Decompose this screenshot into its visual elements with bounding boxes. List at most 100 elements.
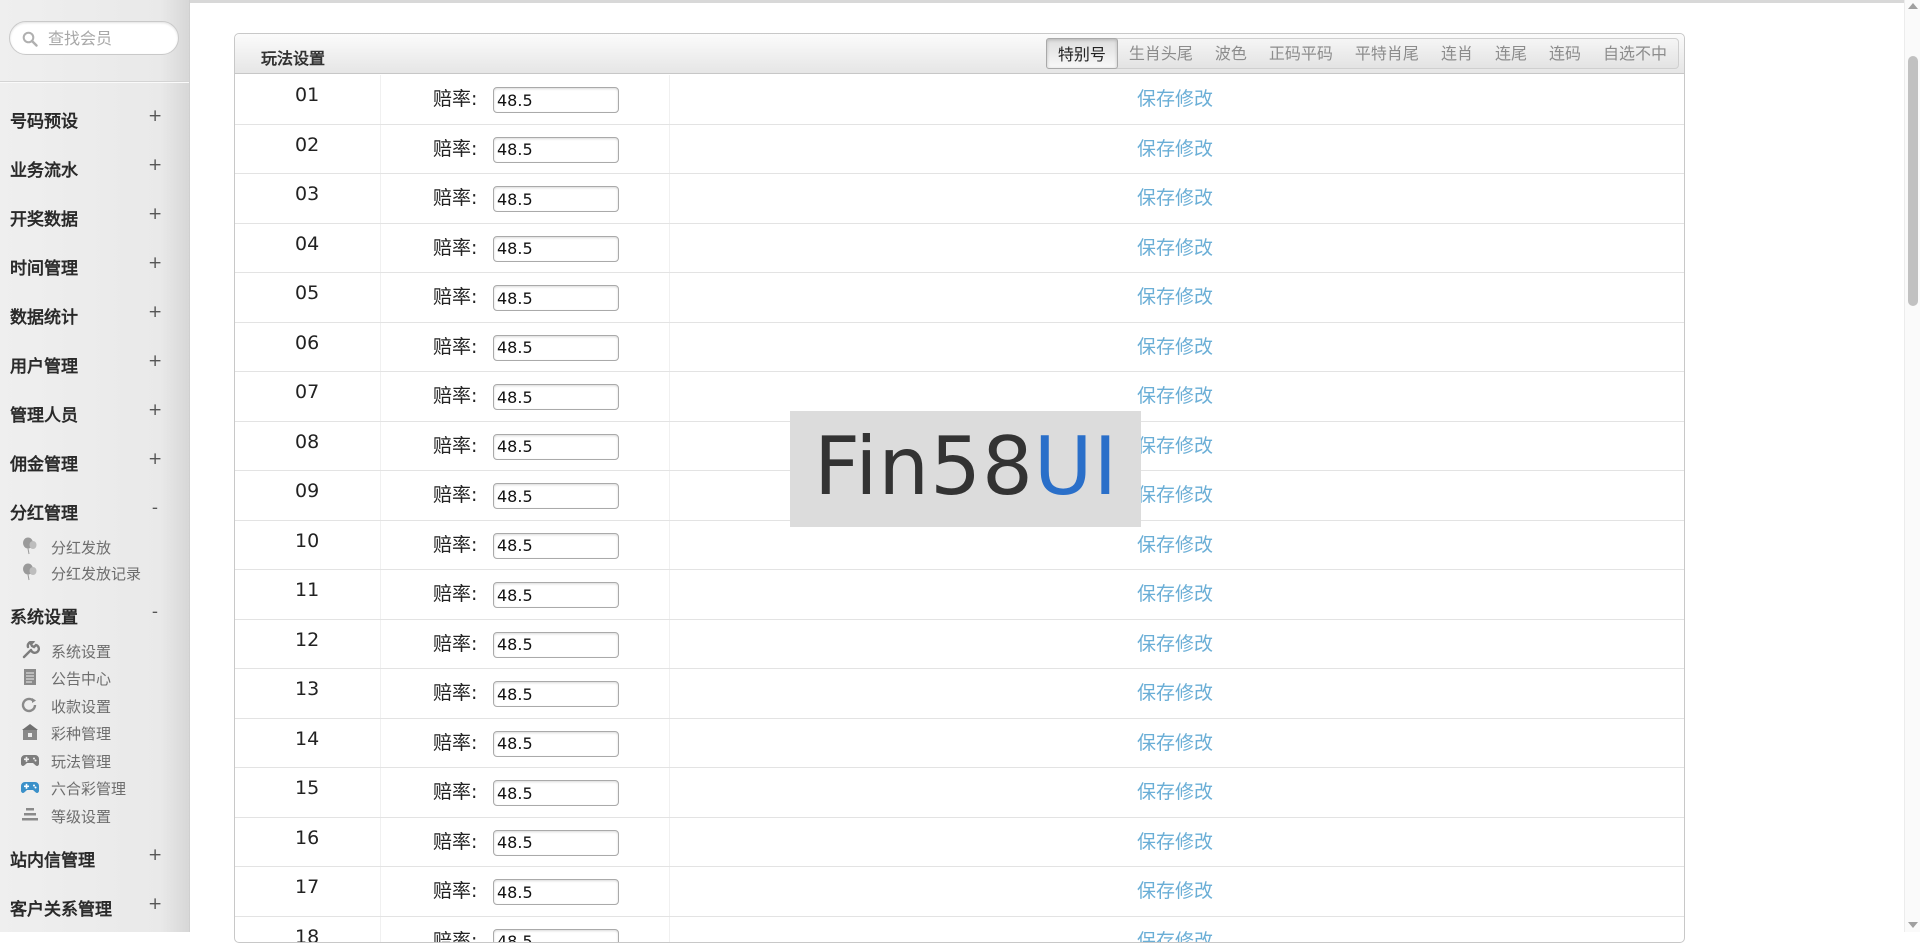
collapse-minus-icon[interactable]: - [148,498,162,518]
sidebar-item-label: 彩种管理 [51,723,111,744]
odds-label: 赔率: [433,134,477,161]
sidebar-group-top-4[interactable]: 数据统计+ [0,294,189,334]
save-changes-link[interactable]: 保存修改 [1137,678,1213,705]
expand-plus-icon[interactable]: + [148,894,162,914]
expand-plus-icon[interactable]: + [148,351,162,371]
table-row: 12赔率:保存修改 [235,620,1684,670]
sidebar-group-top-3[interactable]: 时间管理+ [0,245,189,285]
odds-input[interactable] [493,582,619,608]
sidebar-group-label: 客户关系管理 [10,895,112,920]
save-changes-link[interactable]: 保存修改 [1137,530,1213,557]
sidebar-item-system-6[interactable]: 等级设置 [0,802,189,828]
sidebar-item-system-1[interactable]: 公告中心 [0,664,189,690]
save-changes-link[interactable]: 保存修改 [1137,777,1213,804]
sidebar-item-system-5[interactable]: 六合彩管理 [0,774,189,800]
sidebar-group-bottom-0[interactable]: 站内信管理+ [0,837,189,877]
tab-1[interactable]: 生肖头尾 [1118,39,1204,68]
scroll-thumb[interactable] [1908,56,1918,306]
save-changes-link[interactable]: 保存修改 [1137,332,1213,359]
save-changes-link[interactable]: 保存修改 [1137,282,1213,309]
odds-input[interactable] [493,87,619,113]
tab-5[interactable]: 连肖 [1430,39,1484,68]
collapse-minus-icon[interactable]: - [148,602,162,622]
odds-input[interactable] [493,731,619,757]
sidebar-item-system-4[interactable]: 玩法管理 [0,747,189,773]
save-changes-link[interactable]: 保存修改 [1137,233,1213,260]
odds-input[interactable] [493,434,619,460]
expand-plus-icon[interactable]: + [148,845,162,865]
sidebar-group-system[interactable]: 系统设置- [0,594,189,634]
odds-label: 赔率: [433,728,477,755]
save-changes-link[interactable]: 保存修改 [1137,728,1213,755]
column-divider [669,422,670,471]
sidebar-group-top-0[interactable]: 号码预设+ [0,98,189,138]
sidebar-group-top-1[interactable]: 业务流水+ [0,147,189,187]
odds-input[interactable] [493,830,619,856]
save-changes-link[interactable]: 保存修改 [1137,926,1213,943]
odds-input[interactable] [493,533,619,559]
tab-7[interactable]: 连码 [1538,39,1592,68]
save-changes-link[interactable]: 保存修改 [1137,827,1213,854]
sidebar-item-system-0[interactable]: 系统设置 [0,637,189,663]
table-row: 10赔率:保存修改 [235,521,1684,571]
odds-input[interactable] [493,335,619,361]
save-changes-link[interactable]: 保存修改 [1137,876,1213,903]
member-search-box[interactable] [9,21,179,55]
save-changes-link[interactable]: 保存修改 [1137,183,1213,210]
sidebar-item-dividend-1[interactable]: 分红发放记录 [0,559,189,585]
save-changes-link[interactable]: 保存修改 [1137,579,1213,606]
odds-input[interactable] [493,236,619,262]
odds-input[interactable] [493,929,619,943]
save-changes-link[interactable]: 保存修改 [1137,480,1213,507]
expand-plus-icon[interactable]: + [148,400,162,420]
odds-input[interactable] [493,186,619,212]
odds-label: 赔率: [433,827,477,854]
table-row: 16赔率:保存修改 [235,818,1684,868]
page-scrollbar[interactable] [1904,0,1920,932]
sidebar-group-top-5[interactable]: 用户管理+ [0,343,189,383]
save-changes-link[interactable]: 保存修改 [1137,629,1213,656]
column-divider [380,570,381,619]
scroll-up-arrow-icon[interactable] [1908,3,1918,9]
sidebar-group-top-7[interactable]: 佣金管理+ [0,441,189,481]
column-divider [669,570,670,619]
tab-8[interactable]: 自选不中 [1592,39,1678,68]
sidebar-group-top-8[interactable]: 分红管理- [0,490,189,530]
expand-plus-icon[interactable]: + [148,106,162,126]
tab-0[interactable]: 特别号 [1046,38,1118,69]
sidebar-item-system-2[interactable]: 收款设置 [0,692,189,718]
save-changes-link[interactable]: 保存修改 [1137,381,1213,408]
expand-plus-icon[interactable]: + [148,449,162,469]
expand-plus-icon[interactable]: + [148,302,162,322]
odds-label: 赔率: [433,431,477,458]
odds-input[interactable] [493,137,619,163]
expand-plus-icon[interactable]: + [148,253,162,273]
odds-input[interactable] [493,632,619,658]
column-divider [380,669,381,718]
sidebar-group-bottom-1[interactable]: 客户关系管理 + [0,886,189,926]
expand-plus-icon[interactable]: + [148,204,162,224]
sidebar-group-top-2[interactable]: 开奖数据+ [0,196,189,236]
odds-input[interactable] [493,384,619,410]
tab-2[interactable]: 波色 [1204,39,1258,68]
scroll-down-arrow-icon[interactable] [1908,922,1918,928]
tab-6[interactable]: 连尾 [1484,39,1538,68]
column-divider [669,768,670,817]
tab-4[interactable]: 平特肖尾 [1344,39,1430,68]
save-changes-link[interactable]: 保存修改 [1137,431,1213,458]
sidebar-group-top-6[interactable]: 管理人员+ [0,392,189,432]
member-search-input[interactable] [46,26,171,50]
save-changes-link[interactable]: 保存修改 [1137,134,1213,161]
number-cell: 01 [295,84,319,106]
tab-3[interactable]: 正码平码 [1258,39,1344,68]
sidebar-item-dividend-0[interactable]: 分红发放 [0,533,189,559]
odds-input[interactable] [493,780,619,806]
odds-input[interactable] [493,681,619,707]
sidebar-item-system-3[interactable]: 彩种管理 [0,719,189,745]
odds-input[interactable] [493,879,619,905]
odds-input[interactable] [493,285,619,311]
expand-plus-icon[interactable]: + [148,155,162,175]
table-row: 02赔率:保存修改 [235,125,1684,175]
odds-input[interactable] [493,483,619,509]
save-changes-link[interactable]: 保存修改 [1137,84,1213,111]
